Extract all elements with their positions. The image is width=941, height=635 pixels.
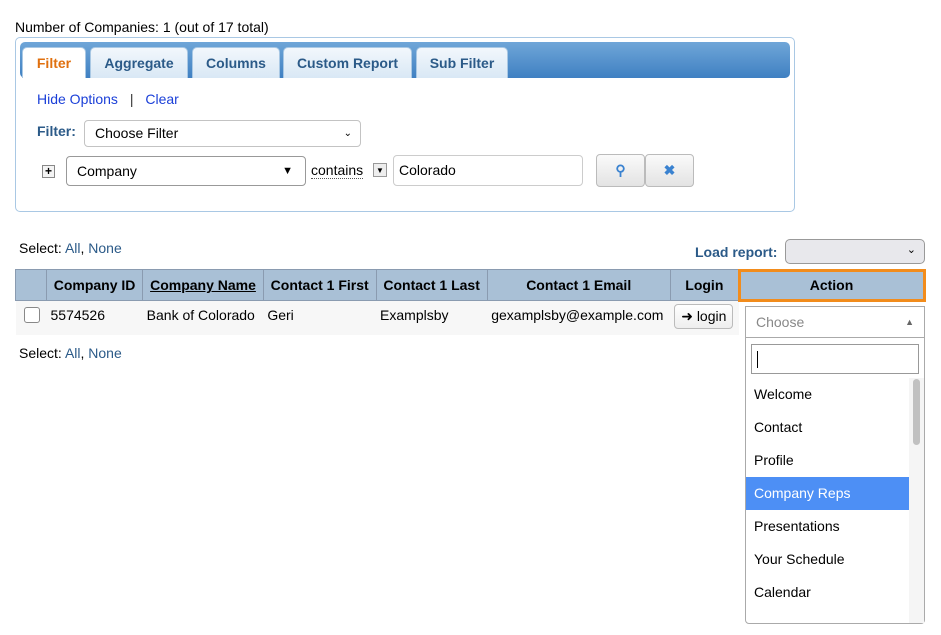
- cell-email: gexamplsby@example.com: [487, 300, 671, 335]
- select-label: Select:: [19, 240, 62, 256]
- select-links-top: Select: All, None: [19, 240, 122, 256]
- tab-sub-filter[interactable]: Sub Filter: [416, 47, 508, 78]
- select-links-bottom: Select: All, None: [19, 345, 122, 361]
- select-all-link[interactable]: All: [65, 240, 81, 256]
- search-button[interactable]: ⚲: [596, 154, 645, 187]
- load-report-select[interactable]: ⌄: [785, 239, 925, 264]
- option-your-schedule[interactable]: Your Schedule: [746, 543, 909, 576]
- cell-company-name: Bank of Colorado: [142, 300, 264, 335]
- select-label: Select:: [19, 345, 62, 361]
- sign-in-icon: ➜: [681, 308, 693, 324]
- separator: |: [129, 91, 134, 107]
- option-calendar[interactable]: Calendar: [746, 576, 909, 609]
- select-all-link[interactable]: All: [65, 345, 81, 361]
- choose-filter-select[interactable]: Choose Filter ⌄: [84, 120, 361, 147]
- scrollbar[interactable]: [909, 378, 924, 623]
- load-report-label: Load report:: [695, 244, 778, 260]
- comma: ,: [80, 345, 85, 361]
- action-search-input[interactable]: [751, 344, 919, 374]
- field-select[interactable]: Company ▼: [66, 156, 306, 186]
- tab-filter[interactable]: Filter: [22, 47, 86, 78]
- login-label: login: [696, 308, 727, 324]
- operator-dropdown-icon[interactable]: ▼: [373, 163, 387, 177]
- clear-filter-button[interactable]: ✖: [645, 154, 694, 187]
- tab-bar: Filter Aggregate Columns Custom Report S…: [20, 42, 790, 78]
- tab-columns[interactable]: Columns: [192, 47, 280, 78]
- option-welcome[interactable]: Welcome: [746, 378, 909, 411]
- select-none-link[interactable]: None: [88, 345, 121, 361]
- filter-label: Filter:: [37, 123, 76, 139]
- header-action: Action: [737, 268, 926, 302]
- login-button[interactable]: ➜ login: [674, 304, 734, 329]
- select-none-link[interactable]: None: [88, 240, 121, 256]
- choose-filter-value: Choose Filter: [95, 125, 179, 141]
- close-icon: ✖: [663, 162, 676, 178]
- option-contact[interactable]: Contact: [746, 411, 909, 444]
- field-select-value: Company: [77, 163, 137, 179]
- cell-last: Examplsby: [376, 300, 488, 335]
- action-select-value: Choose: [756, 314, 805, 330]
- results-count: Number of Companies: 1 (out of 17 total): [15, 19, 269, 35]
- cell-company-id: 5574526: [46, 300, 143, 335]
- header-company-id[interactable]: Company ID: [45, 269, 144, 301]
- clear-link[interactable]: Clear: [145, 91, 178, 107]
- search-icon: ⚲: [615, 162, 626, 178]
- caret-up-icon: ▲: [905, 317, 914, 327]
- comma: ,: [80, 240, 85, 256]
- add-filter-icon[interactable]: +: [42, 165, 55, 178]
- header-contact-first[interactable]: Contact 1 First: [262, 269, 377, 301]
- tab-aggregate[interactable]: Aggregate: [90, 47, 188, 78]
- header-company-name[interactable]: Company Name: [142, 269, 264, 301]
- header-login: Login: [669, 269, 740, 301]
- header-contact-email[interactable]: Contact 1 Email: [486, 269, 671, 301]
- action-select[interactable]: Choose ▲: [745, 306, 925, 338]
- chevron-down-icon: ⌄: [343, 128, 352, 139]
- header-contact-last[interactable]: Contact 1 Last: [375, 269, 488, 301]
- table-header: Company ID Company Name Contact 1 First …: [15, 268, 926, 302]
- header-checkbox: [15, 269, 47, 301]
- operator-label[interactable]: contains: [311, 162, 364, 179]
- hide-options-link[interactable]: Hide Options: [37, 91, 118, 107]
- action-dropdown: Welcome Contact Profile Company Reps Pre…: [745, 306, 925, 624]
- option-profile[interactable]: Profile: [746, 444, 909, 477]
- cell-first: Geri: [263, 300, 377, 335]
- option-company-reps[interactable]: Company Reps: [746, 477, 909, 510]
- filter-panel: Filter Aggregate Columns Custom Report S…: [15, 37, 795, 212]
- scrollbar-thumb[interactable]: [913, 379, 920, 445]
- option-presentations[interactable]: Presentations: [746, 510, 909, 543]
- row-checkbox[interactable]: [23, 307, 40, 323]
- chevron-down-icon: ⌄: [906, 244, 916, 256]
- filter-value-input[interactable]: Colorado: [393, 155, 583, 186]
- tab-custom-report[interactable]: Custom Report: [283, 47, 412, 78]
- caret-down-icon: ▼: [282, 165, 293, 177]
